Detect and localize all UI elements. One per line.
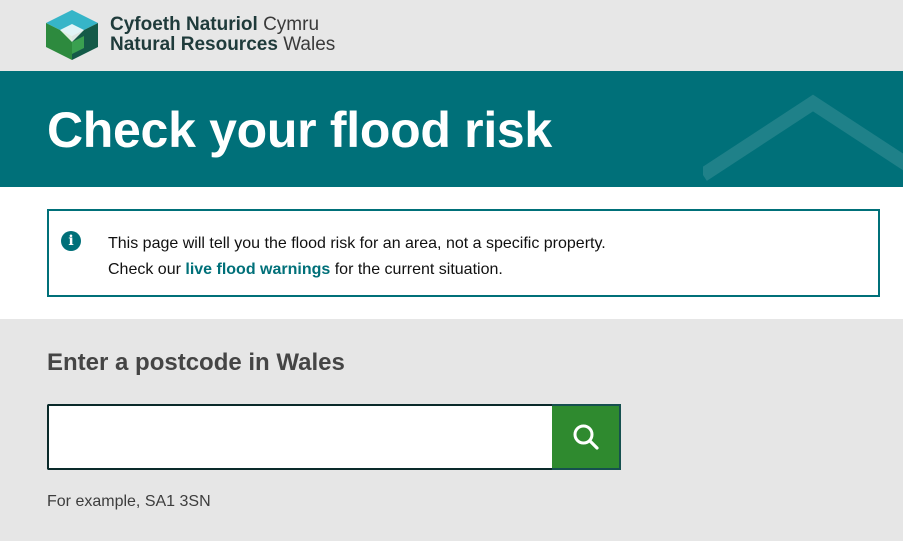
logo-line2-bold: Natural Resources <box>110 34 278 55</box>
nrw-logo-icon <box>46 10 98 60</box>
search-icon <box>573 424 599 450</box>
postcode-search-form <box>47 404 621 470</box>
logo-wordmark: Cyfoeth Naturiol Cymru Natural Resources… <box>110 15 335 55</box>
house-outline-decoration-icon <box>703 94 903 181</box>
postcode-search-section: Enter a postcode in Wales For example, S… <box>0 319 903 541</box>
hero-banner: Check your flood risk <box>0 71 903 187</box>
nrw-logo[interactable]: Cyfoeth Naturiol Cymru Natural Resources… <box>46 10 335 60</box>
postcode-input[interactable] <box>47 404 552 470</box>
search-button[interactable] <box>552 404 621 470</box>
postcode-hint: For example, SA1 3SN <box>47 493 211 510</box>
logo-line2-regular: Wales <box>283 34 336 55</box>
notice-line2: Check our live flood warnings for the cu… <box>108 257 606 283</box>
notice-line2-prefix: Check our <box>108 261 181 278</box>
postcode-label: Enter a postcode in Wales <box>47 349 345 376</box>
page-title: Check your flood risk <box>47 102 552 158</box>
notice-line1: This page will tell you the flood risk f… <box>108 235 606 252</box>
logo-line1-regular: Cymru <box>263 14 320 35</box>
notice-line2-suffix: for the current situation. <box>334 261 503 278</box>
notice-section: i This page will tell you the flood risk… <box>0 187 903 319</box>
site-header: Cyfoeth Naturiol Cymru Natural Resources… <box>0 0 903 71</box>
notice-text: This page will tell you the flood risk f… <box>108 231 606 283</box>
logo-line1-bold: Cyfoeth Naturiol <box>110 14 258 35</box>
info-icon: i <box>61 231 81 251</box>
info-notice: i This page will tell you the flood risk… <box>47 209 880 297</box>
live-flood-warnings-link[interactable]: live flood warnings <box>185 261 330 278</box>
